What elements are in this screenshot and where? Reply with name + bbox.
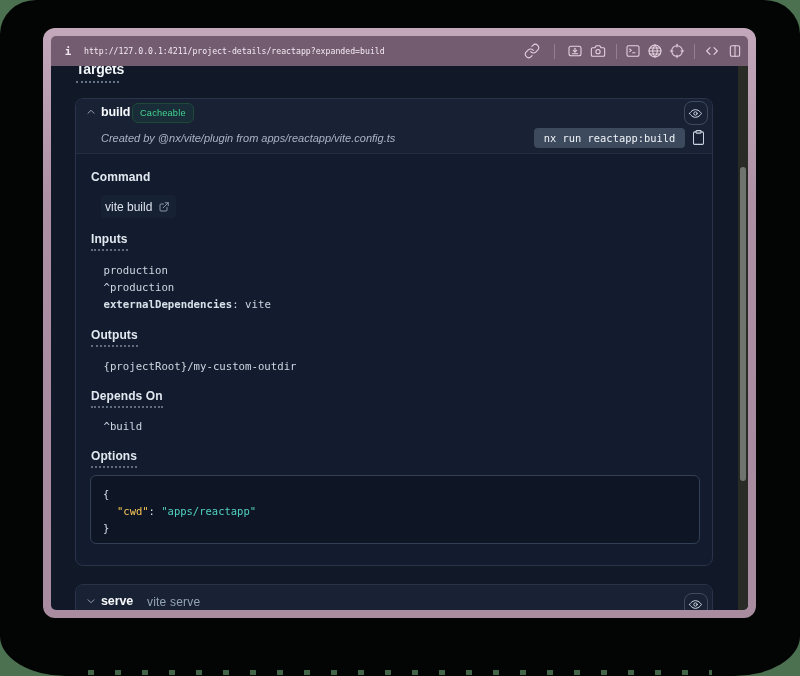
titlebar-toolbar: [518, 43, 744, 59]
camera-icon[interactable]: [590, 43, 606, 59]
scrollbar-thumb[interactable]: [740, 167, 746, 481]
view-build-button[interactable]: [684, 101, 708, 125]
inputs-list: production ^production externalDependenc…: [104, 262, 271, 314]
project-details-page: Targets build Cacheable Created by @nx/v…: [51, 66, 738, 610]
command-value[interactable]: vite build: [101, 195, 177, 218]
link-icon[interactable]: [524, 43, 540, 59]
external-link-icon: [158, 201, 170, 213]
depends-on-label: Depends On: [91, 389, 163, 408]
json-sep: :: [149, 505, 162, 517]
serve-card-header[interactable]: serve vite serve: [76, 585, 712, 610]
chevron-up-icon[interactable]: [85, 106, 97, 118]
toolbar-divider: [554, 44, 555, 59]
target-card-serve: serve vite serve: [75, 584, 713, 610]
outputs-list: {projectRoot}/my-custom-outdir: [104, 358, 297, 375]
targets-heading: Targets: [76, 66, 124, 76]
json-key: "cwd": [117, 505, 149, 517]
eye-icon: [688, 597, 703, 610]
input-item: externalDependencies: vite: [104, 296, 271, 313]
json-line: {: [103, 486, 699, 503]
depends-item: ^build: [104, 418, 143, 435]
serve-target-name[interactable]: serve: [101, 595, 133, 608]
toolbar-divider: [616, 44, 617, 59]
image-download-icon[interactable]: [567, 43, 583, 59]
targets-heading-underline: [76, 81, 119, 83]
run-command-chip[interactable]: nx run reactapp:build: [534, 128, 685, 148]
inputs-label: Inputs: [91, 232, 128, 251]
json-line: }: [103, 520, 699, 537]
address-url[interactable]: http://127.0.0.1:4211/project-details/re…: [84, 46, 385, 56]
chevron-down-icon[interactable]: [85, 595, 97, 607]
toolbar-divider: [694, 44, 695, 59]
created-by-note: Created by @nx/vite/plugin from apps/rea…: [101, 132, 395, 144]
terminal-icon[interactable]: [625, 43, 641, 59]
output-item: {projectRoot}/my-custom-outdir: [104, 358, 297, 375]
json-line: "cwd": "apps/reactapp": [103, 503, 699, 520]
info-icon[interactable]: i: [61, 45, 75, 58]
options-json-box: { "cwd": "apps/reactapp" }: [90, 475, 700, 544]
crosshair-icon[interactable]: [669, 43, 685, 59]
serve-target-subtitle: vite serve: [147, 596, 200, 608]
copy-icon[interactable]: [691, 129, 706, 146]
code-icon[interactable]: [704, 43, 720, 59]
input-item: production: [104, 262, 271, 279]
view-serve-button[interactable]: [684, 593, 708, 611]
cacheable-badge: Cacheable: [132, 103, 194, 123]
shadow-edge-dither: [88, 670, 712, 675]
scrollbar-track[interactable]: [738, 66, 748, 610]
browser-viewport: Targets build Cacheable Created by @nx/v…: [51, 66, 748, 610]
target-card-build: build Cacheable Created by @nx/vite/plug…: [75, 98, 713, 566]
build-card-header[interactable]: build Cacheable Created by @nx/vite/plug…: [76, 99, 712, 154]
eye-icon: [688, 106, 703, 121]
command-text: vite build: [105, 200, 152, 214]
outputs-label: Outputs: [91, 328, 138, 347]
browser-titlebar: i http://127.0.0.1:4211/project-details/…: [51, 36, 748, 66]
json-value: "apps/reactapp": [161, 505, 256, 517]
build-target-name[interactable]: build: [101, 106, 130, 119]
browser-window: i http://127.0.0.1:4211/project-details/…: [43, 28, 756, 618]
split-columns-icon[interactable]: [727, 43, 743, 59]
command-label: Command: [91, 170, 150, 184]
globe-icon[interactable]: [647, 43, 663, 59]
depends-on-list: ^build: [104, 418, 143, 435]
options-label: Options: [91, 449, 137, 468]
input-item: ^production: [104, 279, 271, 296]
